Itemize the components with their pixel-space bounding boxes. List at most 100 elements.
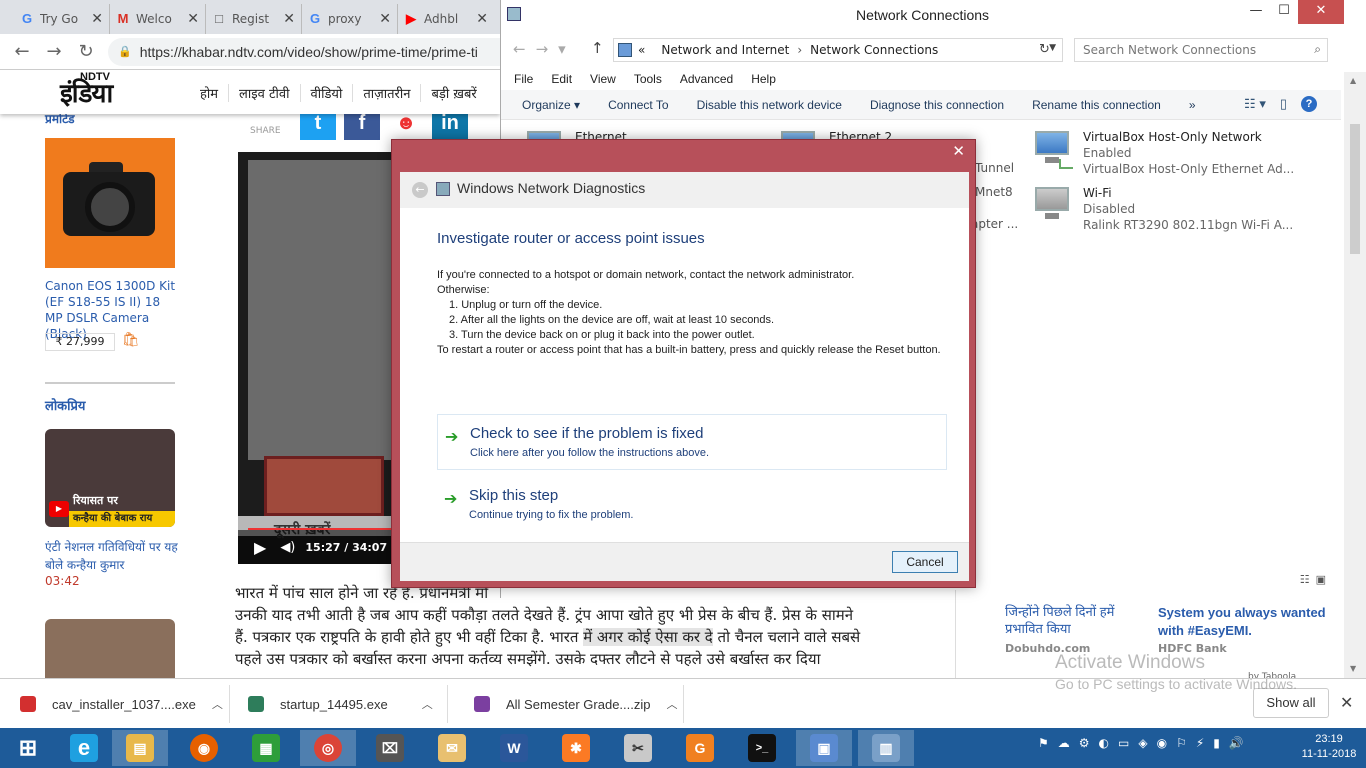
nav-live-tv[interactable]: लाइव टीवी: [228, 84, 299, 102]
taskbar-app[interactable]: ◉: [176, 730, 232, 766]
menu-help[interactable]: Help: [751, 68, 776, 90]
diagnose-button[interactable]: Diagnose this connection: [870, 98, 1004, 112]
scrollbar-thumb[interactable]: [1350, 124, 1360, 254]
volume-icon[interactable]: 🔊: [1229, 736, 1244, 750]
change-view-icon[interactable]: ☷ ▾: [1244, 96, 1266, 112]
ad-title[interactable]: System you always wanted with #EasyEMI.: [1158, 604, 1328, 640]
taskbar-app[interactable]: W: [486, 730, 542, 766]
volume-icon[interactable]: ◀): [280, 540, 295, 555]
close-tab-icon[interactable]: ✕: [283, 11, 295, 27]
browser-tab[interactable]: G proxy ✕: [302, 4, 398, 34]
chevron-up-icon[interactable]: ︿: [422, 696, 433, 712]
address-bar[interactable]: 🔒 https://khabar.ndtv.com/video/show/pri…: [108, 37, 500, 66]
refresh-icon[interactable]: ↻: [1039, 42, 1050, 57]
help-icon[interactable]: ?: [1301, 96, 1317, 112]
tray-cloud-icon[interactable]: ☁: [1058, 736, 1070, 750]
nav-video[interactable]: वीडियो: [299, 84, 353, 102]
browser-tab[interactable]: ▶ Adhbl ✕: [398, 4, 494, 34]
more-commands-button[interactable]: »: [1189, 98, 1196, 112]
menu-file[interactable]: File: [514, 68, 533, 90]
tray-app-icon[interactable]: ◐: [1099, 736, 1109, 750]
taskbar-app[interactable]: ✂: [610, 730, 666, 766]
ad-title[interactable]: जिन्होंने पिछले दिनों हमें प्रभावित किया: [1005, 603, 1145, 637]
scroll-up-icon[interactable]: ▲: [1350, 76, 1356, 85]
scroll-down-icon[interactable]: ▼: [1350, 664, 1356, 673]
up-icon[interactable]: ↑: [591, 39, 604, 57]
reload-icon[interactable]: ↻: [70, 41, 102, 62]
nav-home[interactable]: होम: [190, 84, 228, 102]
chevron-up-icon[interactable]: ︿: [212, 696, 223, 712]
power-icon[interactable]: ⚡: [1196, 736, 1204, 750]
organize-button[interactable]: Organize ▾: [522, 98, 580, 112]
menu-view[interactable]: View: [590, 68, 616, 90]
search-input[interactable]: Search Network Connections ⌕: [1074, 38, 1328, 62]
close-icon[interactable]: ✕: [952, 142, 965, 160]
nav-big-news[interactable]: बड़ी ख़बरें: [420, 84, 486, 102]
maximize-button[interactable]: ☐: [1266, 0, 1302, 24]
disable-device-button[interactable]: Disable this network device: [697, 98, 842, 112]
forward-icon[interactable]: →: [38, 41, 70, 62]
tray-chrome-icon[interactable]: ◉: [1157, 736, 1167, 750]
tray-nvidia-icon[interactable]: ◈: [1138, 736, 1147, 750]
skip-step-option[interactable]: ➔ Skip this step Continue trying to fix …: [437, 477, 947, 533]
close-tab-icon[interactable]: ✕: [187, 11, 199, 27]
breadcrumb-network-connections[interactable]: Network Connections: [810, 43, 938, 57]
popular-thumbnail[interactable]: ▶ रियासत पर कन्हैया की बेबाक राय: [45, 429, 175, 527]
battery-icon[interactable]: ▮: [1213, 736, 1220, 750]
close-tab-icon[interactable]: ✕: [91, 11, 103, 27]
taskbar-app[interactable]: ▤: [112, 730, 168, 766]
nav-arrows-icon[interactable]: ←→▾: [513, 40, 576, 58]
start-button[interactable]: ⊞: [0, 730, 56, 766]
clock[interactable]: 23:19 11-11-2018: [1298, 732, 1360, 762]
browser-tab[interactable]: G Try Go ✕: [14, 4, 110, 34]
popular-title[interactable]: एंटी नेशनल गतिविधियों पर यह बोले कन्हैया…: [45, 538, 180, 574]
close-button[interactable]: ✕: [1298, 0, 1344, 24]
chevron-down-icon[interactable]: ▼: [1049, 43, 1056, 53]
preview-pane-icon[interactable]: ▯: [1280, 96, 1287, 112]
back-icon[interactable]: ←: [6, 41, 38, 62]
download-item[interactable]: startup_14495.exe ︿: [248, 685, 448, 723]
adapter-virtualbox[interactable]: VirtualBox Host-Only Network Enabled Vir…: [1031, 125, 1331, 181]
taskbar-app[interactable]: ◎: [300, 730, 356, 766]
show-all-button[interactable]: Show all: [1253, 688, 1329, 718]
promo-image[interactable]: [45, 138, 175, 268]
cart-icon[interactable]: 🛍: [122, 332, 140, 348]
nav-latest[interactable]: ताज़ातरीन: [352, 84, 420, 102]
search-icon[interactable]: ⌕: [1314, 42, 1321, 57]
back-icon[interactable]: ←: [412, 182, 428, 198]
taskbar-app[interactable]: ▣: [796, 730, 852, 766]
taskbar-app[interactable]: ▥: [858, 730, 914, 766]
breadcrumb-network-and-internet[interactable]: Network and Internet: [661, 43, 789, 57]
menu-edit[interactable]: Edit: [551, 68, 572, 90]
chevron-up-icon[interactable]: ︿: [667, 696, 678, 712]
close-tab-icon[interactable]: ✕: [476, 11, 488, 27]
taskbar-app[interactable]: ✱: [548, 730, 604, 766]
play-icon[interactable]: ▶: [254, 538, 266, 557]
taskbar-app[interactable]: >_: [734, 730, 790, 766]
rename-button[interactable]: Rename this connection: [1032, 98, 1161, 112]
taskbar-app[interactable]: ✉: [424, 730, 480, 766]
taskbar-app[interactable]: ⌧: [362, 730, 418, 766]
menu-advanced[interactable]: Advanced: [680, 68, 733, 90]
tray-display-icon[interactable]: ▭: [1118, 736, 1129, 750]
check-problem-fixed-option[interactable]: ➔ Check to see if the problem is fixed C…: [437, 414, 947, 470]
breadcrumb[interactable]: « Network and Internet › Network Connect…: [613, 38, 1063, 62]
connect-to-button[interactable]: Connect To: [608, 98, 669, 112]
menu-tools[interactable]: Tools: [634, 68, 662, 90]
view-toggle-icons[interactable]: ☷▣: [1300, 573, 1332, 586]
download-item[interactable]: All Semester Grade....zip ︿: [474, 685, 684, 723]
close-icon[interactable]: ✕: [1340, 693, 1353, 712]
browser-tab[interactable]: M Welco ✕: [110, 4, 206, 34]
adapter-wifi[interactable]: Wi-Fi Disabled Ralink RT3290 802.11bgn W…: [1031, 181, 1331, 237]
cancel-button[interactable]: Cancel: [892, 551, 958, 573]
tray-settings-icon[interactable]: ⚙: [1079, 736, 1090, 750]
taskbar-app[interactable]: e: [56, 730, 112, 766]
close-tab-icon[interactable]: ✕: [379, 11, 391, 27]
taskbar-app[interactable]: ▦: [238, 730, 294, 766]
page-scrollbar[interactable]: ▲ ▼: [1344, 72, 1366, 678]
tray-flag-icon[interactable]: ⚑: [1038, 736, 1049, 750]
action-center-icon[interactable]: ⚐: [1176, 736, 1187, 750]
browser-tab[interactable]: □ Regist ✕: [206, 4, 302, 34]
taskbar-app[interactable]: G: [672, 730, 728, 766]
download-item[interactable]: cav_installer_1037....exe ︿: [20, 685, 230, 723]
